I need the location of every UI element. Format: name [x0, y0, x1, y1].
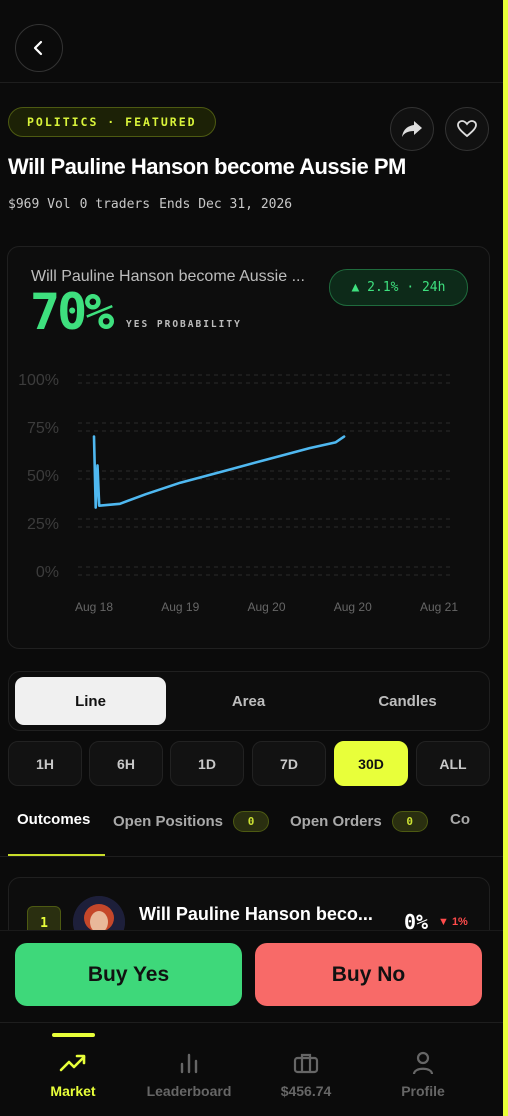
market-meta: $969 Vol 0 traders Ends Dec 31, 2026 [8, 197, 292, 212]
favorite-button[interactable] [445, 107, 489, 151]
timeframe-7d[interactable]: 7D [252, 741, 326, 786]
active-tab-indicator [8, 854, 105, 856]
tab-open-positions[interactable]: Open Positions 0 [113, 811, 270, 832]
timeframe-30d[interactable]: 30D [334, 741, 408, 786]
y-tick-label: 100% [18, 372, 59, 389]
timeframe-1d[interactable]: 1D [170, 741, 244, 786]
nav-profile-label: Profile [401, 1083, 445, 1099]
trending-up-icon [59, 1054, 86, 1072]
tab-outcomes[interactable]: Outcomes [17, 811, 90, 828]
x-tick-label: Aug 21 [420, 600, 458, 614]
nav-market[interactable]: Market [15, 1023, 131, 1116]
price-chart: 100% 75% 50% 25% 0% Aug 18 Aug 19 Aug 20 Aug 20 A… [18, 372, 458, 614]
tab-open-orders-label: Open Orders [290, 813, 382, 830]
tab-open-orders[interactable]: Open Orders 0 [290, 811, 428, 832]
y-tick-label: 25% [27, 516, 59, 533]
nav-portfolio-label: $456.74 [280, 1083, 332, 1099]
open-orders-count: 0 [391, 811, 428, 832]
timeframe-all[interactable]: ALL [416, 741, 490, 786]
nav-profile[interactable]: Profile [365, 1023, 481, 1116]
chart-card: Will Pauline Hanson become Aussie ... 70… [7, 246, 490, 649]
briefcase-icon [293, 1053, 319, 1074]
chart-type-area[interactable]: Area [173, 677, 324, 725]
chevron-left-icon [33, 40, 43, 56]
series-line [92, 435, 346, 509]
nav-leaderboard-label: Leaderboard [146, 1083, 232, 1099]
traders-text: 0 traders [79, 197, 151, 212]
timeframe-6h[interactable]: 6H [89, 741, 163, 786]
heart-icon [457, 120, 477, 138]
x-tick-label: Aug 20 [334, 600, 372, 614]
end-date-text: Ends Dec 31, 2026 [159, 197, 293, 212]
bar-chart-icon [180, 1053, 198, 1074]
timeframe-1h[interactable]: 1H [8, 741, 82, 786]
tab-open-positions-label: Open Positions [113, 813, 224, 830]
open-positions-count: 0 [233, 811, 270, 832]
accent-edge [503, 0, 508, 1116]
volume-text: $969 Vol [8, 197, 71, 212]
chart-type-line[interactable]: Line [15, 677, 166, 725]
back-button[interactable] [15, 24, 63, 72]
outcome-name: Will Pauline Hanson beco... [139, 904, 373, 924]
x-tick-label: Aug 18 [75, 600, 113, 614]
y-tick-label: 75% [27, 420, 59, 437]
nav-market-label: Market [50, 1083, 96, 1099]
header-divider [0, 82, 503, 83]
tab-more[interactable]: Co [450, 811, 470, 828]
share-icon [402, 121, 422, 137]
tab-outcomes-label: Outcomes [17, 811, 91, 828]
bottom-nav: Market Leaderboard $456.74 Profile [0, 1022, 503, 1116]
x-tick-label: Aug 20 [247, 600, 285, 614]
nav-portfolio[interactable]: $456.74 [248, 1023, 364, 1116]
market-tabs: Outcomes Open Positions 0 Open Orders 0 … [0, 805, 503, 857]
nav-leaderboard[interactable]: Leaderboard [131, 1023, 247, 1116]
y-tick-label: 0% [36, 564, 59, 581]
user-icon [412, 1051, 434, 1075]
buy-yes-button[interactable]: Buy Yes [15, 943, 242, 1006]
category-tag: POLITICS · FEATURED [8, 107, 216, 137]
chart-type-selector: Line Area Candles [8, 671, 490, 731]
page-title: Will Pauline Hanson become Aussie PM [8, 154, 406, 179]
app-screen: POLITICS · FEATURED Will Pauline Hanson … [0, 0, 503, 1116]
tab-more-label: Co [450, 811, 470, 828]
trade-action-bar: Buy Yes Buy No [0, 930, 503, 1022]
x-tick-label: Aug 19 [161, 600, 199, 614]
outcome-change: ▼ 1% [438, 916, 468, 928]
buy-no-button[interactable]: Buy No [255, 943, 482, 1006]
share-button[interactable] [390, 107, 434, 151]
y-tick-label: 50% [27, 468, 59, 485]
chart-type-candles[interactable]: Candles [332, 677, 483, 725]
